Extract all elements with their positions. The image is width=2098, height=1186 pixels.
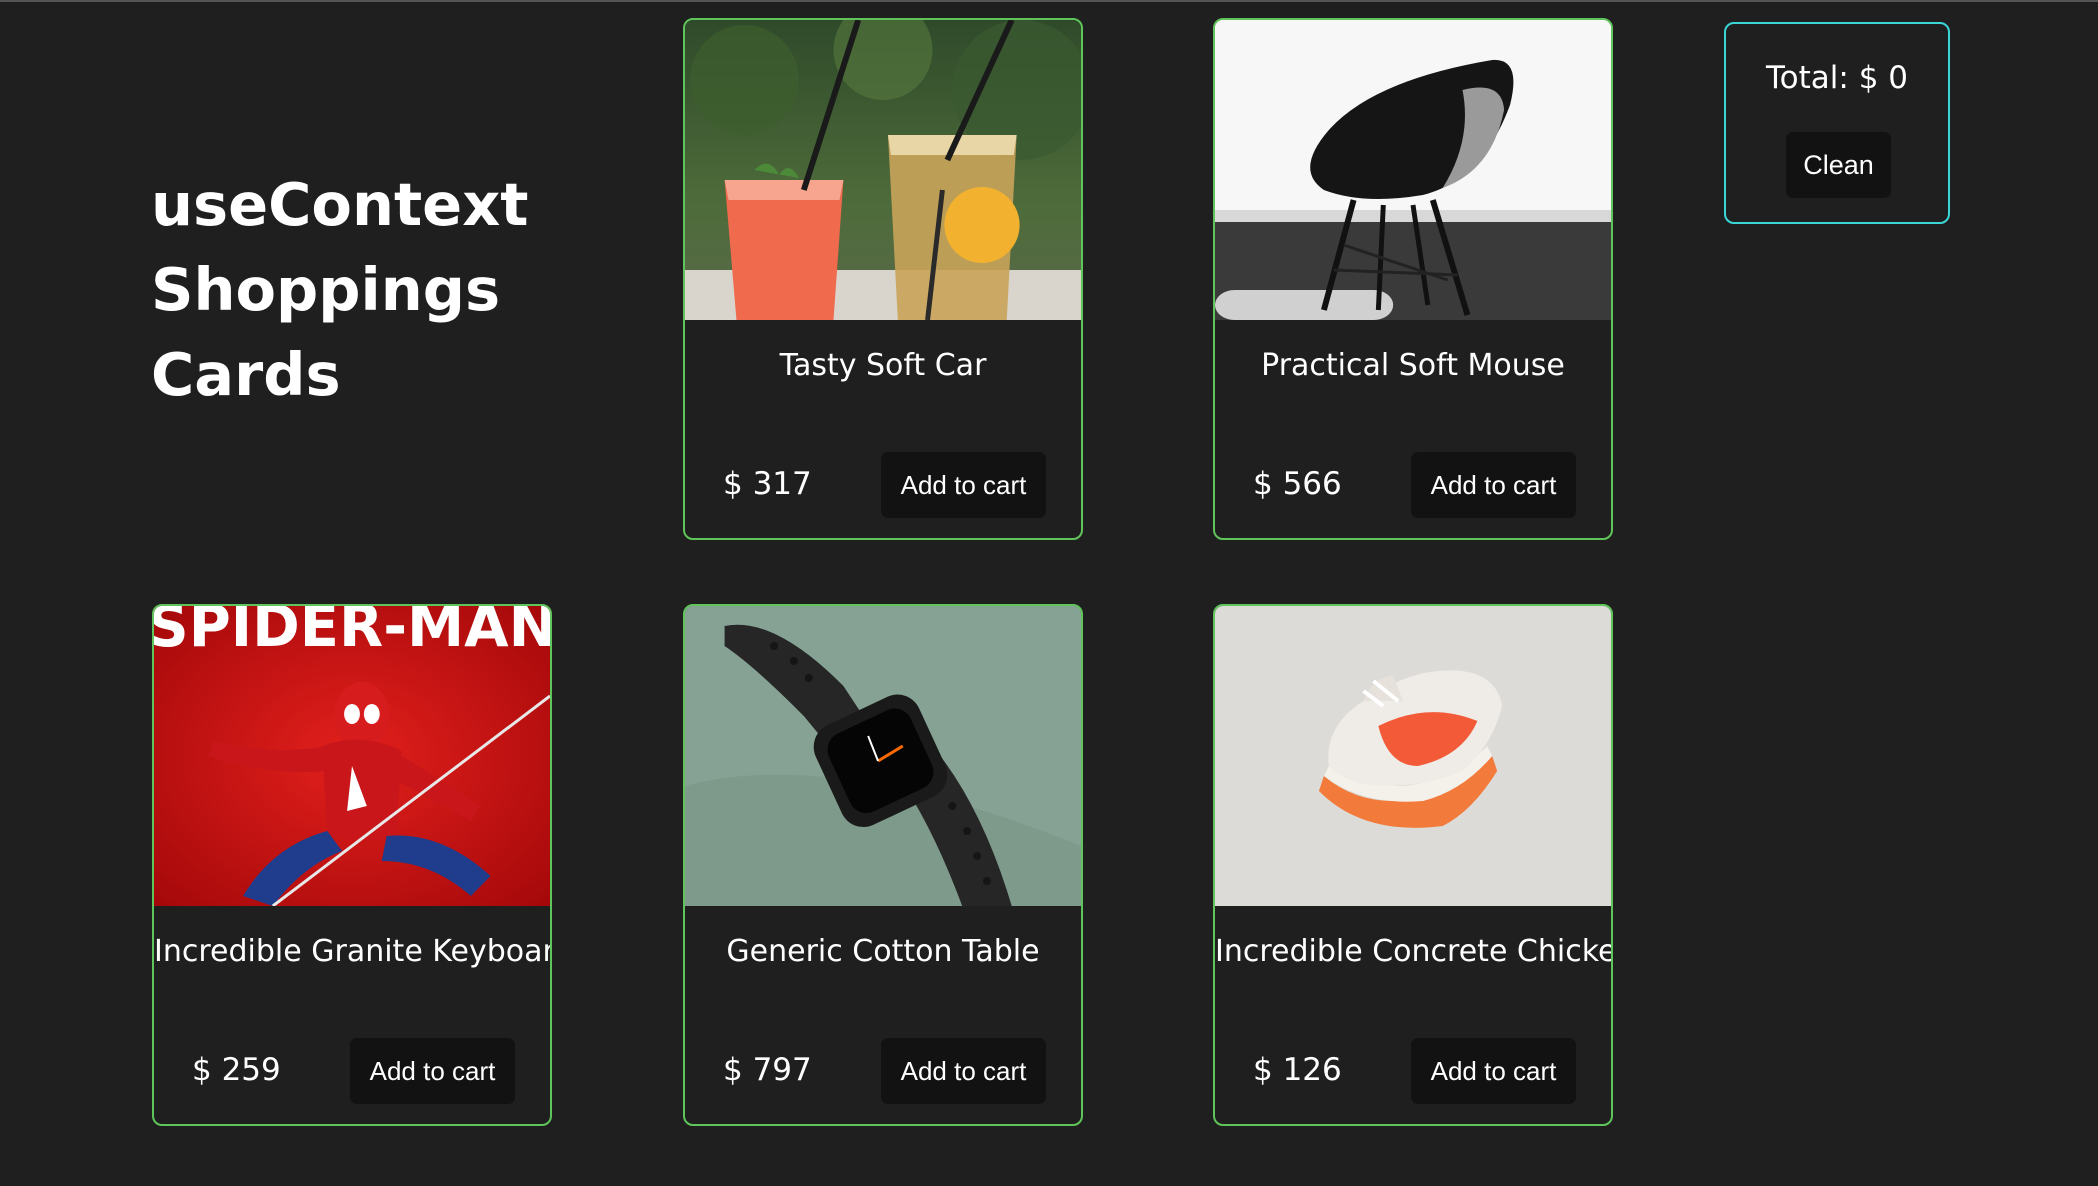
product-name: Generic Cotton Table: [726, 934, 1040, 969]
product-name: Tasty Soft Car: [779, 348, 987, 383]
spiderman-logo-text: SPIDER-MAN: [154, 606, 550, 660]
cart-panel: Total: $ 0 Clean: [1724, 22, 1950, 224]
product-price: $ 566: [1253, 466, 1342, 502]
product-price: $ 259: [192, 1052, 281, 1088]
page: useContext Shoppings Cards Tasty Soft Ca…: [0, 0, 2098, 1186]
product-card: Practical Soft Mouse $ 566 Add to cart: [1213, 18, 1613, 540]
product-name: Incredible Granite Keyboard: [154, 934, 552, 969]
product-price: $ 126: [1253, 1052, 1342, 1088]
cart-total: Total: $ 0: [1766, 60, 1908, 96]
page-title: useContext Shoppings Cards: [151, 170, 529, 409]
chair-photo: [1215, 20, 1611, 320]
product-name: Incredible Concrete Chicken: [1215, 934, 1613, 969]
watch-photo: [685, 606, 1081, 906]
product-card: Generic Cotton Table $ 797 Add to cart: [683, 604, 1083, 1126]
clean-button[interactable]: Clean: [1786, 132, 1891, 198]
add-to-cart-button[interactable]: Add to cart: [1411, 1038, 1576, 1104]
product-price: $ 797: [723, 1052, 812, 1088]
product-price: $ 317: [723, 466, 812, 502]
product-card: Incredible Concrete Chicken $ 126 Add to…: [1213, 604, 1613, 1126]
spiderman-photo: SPIDER-MAN: [154, 606, 550, 906]
product-card: Tasty Soft Car $ 317 Add to cart: [683, 18, 1083, 540]
product-card: SPIDER-MAN Incredible Granite Keyboard $…: [152, 604, 552, 1126]
add-to-cart-button[interactable]: Add to cart: [1411, 452, 1576, 518]
add-to-cart-button[interactable]: Add to cart: [881, 452, 1046, 518]
sneaker-photo: [1215, 606, 1611, 906]
add-to-cart-button[interactable]: Add to cart: [350, 1038, 515, 1104]
add-to-cart-button[interactable]: Add to cart: [881, 1038, 1046, 1104]
drinks-photo: [685, 20, 1081, 320]
product-name: Practical Soft Mouse: [1261, 348, 1565, 383]
top-border: [0, 0, 2098, 2]
